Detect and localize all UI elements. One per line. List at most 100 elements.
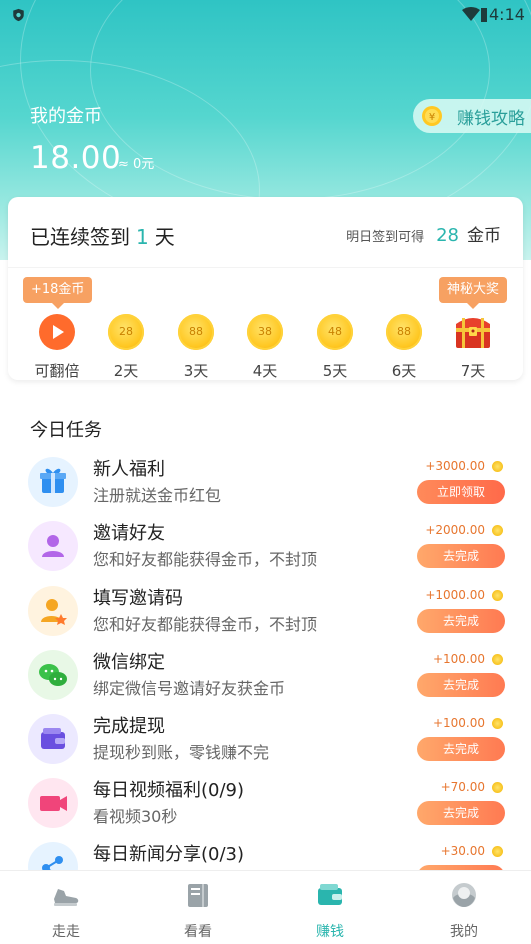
task-item[interactable]: 完成提现 提现秒到账，零钱赚不完 +100.00 去完成 <box>0 712 531 776</box>
task-complete-button[interactable]: 去完成 <box>417 737 505 761</box>
task-item[interactable]: 填写邀请码 您和好友都能获得金币，不封顶 +1000.00 去完成 <box>0 584 531 648</box>
nav-label: 看看 <box>184 924 212 940</box>
task-desc: 看视频30秒 <box>93 807 178 826</box>
wallet-icon <box>28 714 78 764</box>
task-reward-amount: +2000.00 <box>425 523 485 537</box>
nav-label: 赚钱 <box>316 924 344 940</box>
coin-icon: 38 <box>247 314 283 350</box>
play-icon <box>39 314 75 350</box>
signin-day[interactable]: 38 4天 <box>235 314 295 381</box>
task-reward-amount: +1000.00 <box>425 588 485 602</box>
signin-day[interactable]: 28 2天 <box>96 314 156 381</box>
coin-icon <box>492 781 503 793</box>
task-reward: +30.00 <box>441 844 503 858</box>
signin-day[interactable]: 7天 <box>443 314 503 381</box>
video-icon <box>28 778 78 828</box>
task-desc: 提现秒到账，零钱赚不完 <box>93 743 270 762</box>
coin-balance: 18.00 <box>30 140 122 176</box>
task-title: 每日新闻分享(0/3) <box>93 844 245 865</box>
task-reward: +3000.00 <box>425 459 503 473</box>
earning-guide-label: 赚钱攻略 <box>457 108 525 129</box>
coin-label: 我的金币 <box>30 106 102 127</box>
task-reward-amount: +100.00 <box>432 652 485 666</box>
signin-day[interactable]: 88 6天 <box>374 314 434 381</box>
shoe-icon <box>54 889 79 906</box>
coin-icon <box>492 653 503 665</box>
task-reward-amount: +30.00 <box>440 844 485 858</box>
signin-day[interactable]: 可翻倍 <box>27 314 87 381</box>
tomorrow-reward-amount: 28 <box>436 225 459 246</box>
tomorrow-tip-text: 明日签到可得 <box>346 230 425 245</box>
svg-text:¥: ¥ <box>429 112 435 123</box>
signin-day[interactable]: 48 5天 <box>305 314 365 381</box>
coin-icon <box>492 845 503 857</box>
coin-icon: 48 <box>317 314 353 350</box>
nav-label: 我的 <box>450 924 478 940</box>
nav-item-walk[interactable]: 走走 <box>26 879 106 941</box>
signin-day-label: 2天 <box>113 362 139 380</box>
signin-day-label: 6天 <box>391 362 417 380</box>
mystery-prize-badge: 神秘大奖 <box>439 277 508 309</box>
nav-label: 走走 <box>52 924 80 940</box>
task-complete-button[interactable]: 去完成 <box>417 609 505 633</box>
tomorrow-reward-tip: 明日签到可得 28 金币 <box>346 221 501 246</box>
signin-day-label: 3天 <box>183 362 209 380</box>
tomorrow-reward-unit: 金币 <box>467 226 501 246</box>
task-title: 完成提现 <box>93 716 165 737</box>
task-item[interactable]: 新人福利 注册就送金币红包 +3000.00 立即领取 <box>0 455 531 519</box>
coin-icon <box>492 524 503 536</box>
signin-day-label: 4天 <box>252 362 278 380</box>
task-complete-button[interactable]: 去完成 <box>417 544 505 568</box>
task-item[interactable]: 邀请好友 您和好友都能获得金币，不封顶 +2000.00 去完成 <box>0 519 531 583</box>
battery-icon <box>481 8 487 22</box>
tasks-title: 今日任务 <box>30 420 102 441</box>
coin-icon <box>492 460 503 472</box>
nav-item-mine[interactable]: 我的 <box>424 879 504 941</box>
treasure-chest-icon <box>455 314 491 350</box>
task-title: 邀请好友 <box>93 523 165 544</box>
coin-icon <box>492 589 503 601</box>
task-reward: +100.00 <box>433 652 503 666</box>
coin-icon: ¥ <box>422 106 442 126</box>
signin-title-prefix: 已连续签到 <box>30 225 130 249</box>
task-complete-button[interactable]: 去完成 <box>417 673 505 697</box>
nav-item-watch[interactable]: 看看 <box>158 879 238 941</box>
coin-icon: 28 <box>108 314 144 350</box>
signin-day-label: 可翻倍 <box>34 362 80 380</box>
task-complete-button[interactable]: 去完成 <box>417 801 505 825</box>
signin-day-label: 7天 <box>460 362 486 380</box>
task-desc: 绑定微信号邀请好友获金币 <box>93 679 286 698</box>
task-desc: 注册就送金币红包 <box>93 486 222 505</box>
task-reward-amount: +3000.00 <box>425 459 485 473</box>
task-reward: +70.00 <box>441 780 503 794</box>
avatar-icon <box>452 883 476 907</box>
task-title: 新人福利 <box>93 459 165 480</box>
coin-icon: 88 <box>178 314 214 350</box>
bottom-nav: 走走 看看 赚钱 我的 <box>0 870 531 944</box>
signin-title: 已连续签到 1 天 <box>30 221 175 250</box>
status-time: 4:14 <box>489 5 525 24</box>
task-reward: +1000.00 <box>425 588 503 602</box>
signin-day[interactable]: 88 3天 <box>166 314 226 381</box>
cash-equivalent: ≈ 0元 <box>118 157 155 172</box>
nav-item-earn[interactable]: 赚钱 <box>290 879 370 941</box>
task-reward-amount: +100.00 <box>432 716 485 730</box>
gift-icon <box>28 457 78 507</box>
wallet-icon <box>318 884 342 905</box>
task-title: 微信绑定 <box>93 652 165 673</box>
task-reward-amount: +70.00 <box>440 780 485 794</box>
shield-icon <box>13 8 24 22</box>
task-item[interactable]: 微信绑定 绑定微信号邀请好友获金币 +100.00 去完成 <box>0 648 531 712</box>
signin-day-label: 5天 <box>322 362 348 380</box>
status-bar: 4:14 <box>0 0 531 30</box>
signin-title-suffix: 天 <box>154 225 175 249</box>
task-title: 每日视频福利(0/9) <box>93 780 245 801</box>
user-star-icon <box>28 586 78 636</box>
wifi-icon <box>462 7 480 21</box>
task-item[interactable]: 每日视频福利(0/9) 看视频30秒 +70.00 去完成 <box>0 776 531 840</box>
task-reward: +100.00 <box>433 716 503 730</box>
task-desc: 您和好友都能获得金币，不封顶 <box>93 615 318 634</box>
task-claim-button[interactable]: 立即领取 <box>417 480 505 504</box>
user-icon <box>28 521 78 571</box>
earning-guide-button[interactable]: ¥ 赚钱攻略 <box>413 99 531 133</box>
